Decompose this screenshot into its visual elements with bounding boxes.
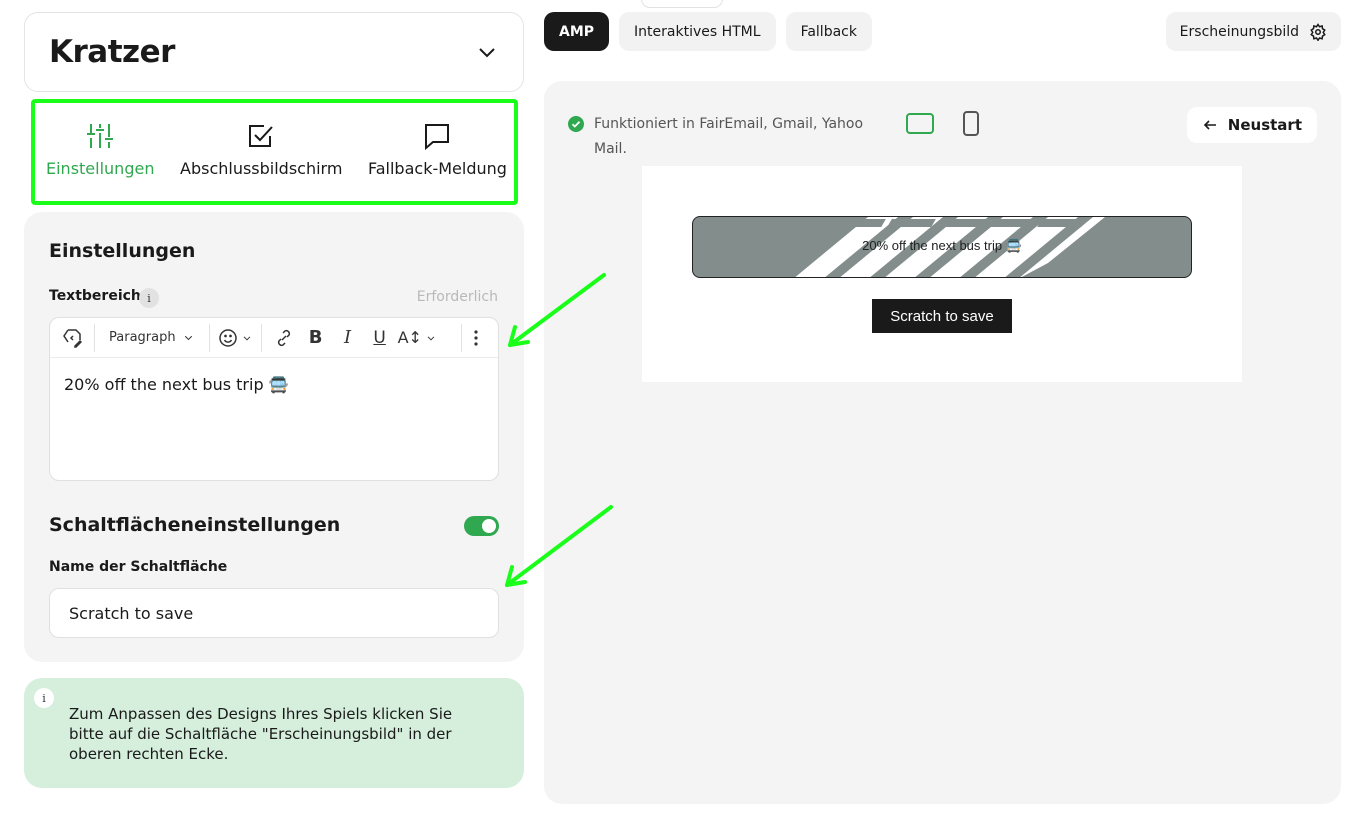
scratch-to-save-button[interactable]: Scratch to save: [872, 299, 1012, 333]
message-icon: [425, 124, 450, 151]
textarea-label: Textbereich: [49, 288, 141, 304]
emoji-picker-button[interactable]: [218, 323, 253, 353]
button-settings-title: Schaltflächeneinstellungen: [49, 514, 341, 536]
toggle-knob: [482, 519, 496, 533]
sliders-icon: [87, 124, 114, 148]
appearance-button[interactable]: Erscheinungsbild: [1165, 12, 1341, 51]
tab-label: Einstellungen: [46, 159, 155, 178]
toolbar-divider: [260, 323, 262, 352]
button-name-label: Name der Schaltfläche: [49, 559, 228, 575]
tab-fallback[interactable]: Fallback: [785, 12, 872, 51]
more-options-icon[interactable]: [462, 323, 490, 353]
restart-button[interactable]: Neustart: [1186, 107, 1317, 143]
rich-text-editor: Paragraph B I U A↕ 20% off the next bus …: [49, 317, 499, 481]
font-size-select[interactable]: A↕: [398, 323, 437, 353]
bold-button[interactable]: B: [302, 323, 330, 353]
desktop-view-icon[interactable]: [906, 113, 934, 134]
preview-panel: Funktioniert in FairEmail, Gmail, Yahoo …: [544, 81, 1341, 804]
game-type-select[interactable]: Kratzer: [24, 12, 524, 92]
smiley-icon: [218, 328, 237, 347]
gear-icon: [1310, 22, 1326, 41]
paragraph-select[interactable]: Paragraph: [103, 323, 201, 353]
compatibility-text: Funktioniert in FairEmail, Gmail, Yahoo …: [594, 116, 864, 157]
tab-interactive-html[interactable]: Interaktives HTML: [619, 12, 776, 51]
collapsed-tab: [641, 0, 723, 8]
checkbox-icon: [249, 125, 273, 147]
chevron-down-icon: [243, 335, 250, 340]
tab-fallback-meldung[interactable]: Fallback-Meldung: [368, 121, 507, 178]
link-icon[interactable]: [270, 323, 298, 353]
paragraph-label: Paragraph: [109, 330, 176, 345]
mode-tabs: AMP Interaktives HTML Fallback: [544, 12, 872, 51]
font-size-label: A↕: [397, 328, 422, 347]
toolbar-divider: [208, 323, 210, 352]
tab-abschlussbildschirm[interactable]: Abschlussbildschirm: [180, 121, 342, 178]
game-title: Kratzer: [49, 34, 175, 70]
settings-panel: Einstellungen Textbereich i Erforderlich…: [24, 212, 524, 662]
tab-label: Fallback-Meldung: [368, 159, 507, 178]
toolbar-divider: [94, 323, 95, 352]
chevron-down-icon: [427, 335, 435, 340]
editor-content[interactable]: 20% off the next bus trip 🚍: [50, 358, 498, 411]
button-toggle[interactable]: [464, 516, 499, 536]
button-name-input[interactable]: Scratch to save: [49, 588, 499, 638]
mobile-view-icon[interactable]: [963, 111, 979, 136]
required-label: Erforderlich: [416, 289, 498, 305]
compatibility-note: Funktioniert in FairEmail, Gmail, Yahoo …: [568, 115, 868, 162]
underline-button[interactable]: U: [366, 323, 394, 353]
scratch-prize-text: 20% off the next bus trip 🚍: [862, 238, 1022, 253]
appearance-label: Erscheinungsbild: [1179, 23, 1299, 40]
panel-title: Einstellungen: [49, 240, 196, 262]
chevron-down-icon: [479, 48, 495, 58]
scratch-card[interactable]: 20% off the next bus trip 🚍: [692, 216, 1192, 278]
editor-toolbar: Paragraph B I U A↕: [50, 318, 498, 358]
check-circle-icon: [568, 116, 584, 132]
arrow-left-icon: [1203, 120, 1216, 130]
info-icon[interactable]: i: [139, 288, 159, 308]
chevron-down-icon: [184, 335, 192, 341]
source-code-icon[interactable]: [58, 323, 86, 353]
settings-tabs: Einstellungen Abschlussbildschirm Fallba…: [31, 99, 518, 205]
tab-label: Abschlussbildschirm: [180, 159, 343, 178]
email-preview: 20% off the next bus trip 🚍 Scratch to s…: [642, 166, 1242, 382]
tab-amp[interactable]: AMP: [544, 12, 610, 51]
italic-button[interactable]: I: [334, 323, 362, 353]
tab-einstellungen[interactable]: Einstellungen: [46, 121, 154, 178]
hint-text: Zum Anpassen des Designs Ihres Spiels kl…: [69, 705, 453, 763]
design-hint: i Zum Anpassen des Designs Ihres Spiels …: [24, 678, 524, 788]
restart-label: Neustart: [1227, 116, 1302, 134]
info-icon: i: [34, 688, 54, 708]
